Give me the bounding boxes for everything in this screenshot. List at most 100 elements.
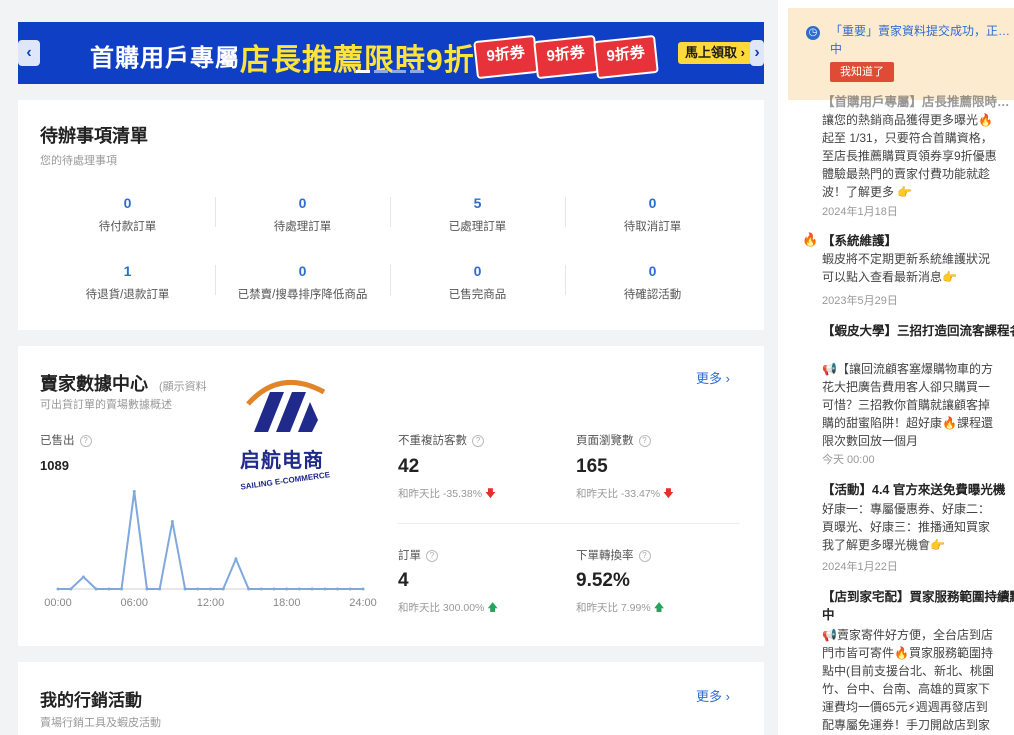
sales-data-point[interactable] — [81, 575, 85, 579]
sales-data-point[interactable] — [107, 587, 111, 591]
datacenter-more-link[interactable]: 更多 › — [696, 368, 730, 387]
metric-label: 訂單? — [398, 547, 438, 563]
metric-compare-text: 和昨天比 -35.38% — [398, 488, 483, 500]
news-title[interactable]: 【首購用戶專屬】店長推薦限時… — [822, 93, 1014, 111]
news-body: 讓您的熱銷商品獲得更多曝光🔥 起至 1/31，只要符合首購資格， 至店長推薦購買… — [822, 113, 997, 199]
news-title[interactable]: 【活動】4.4 官方來送免費曝光機 — [822, 481, 1014, 499]
news-date: 2024年1月18日 — [822, 206, 898, 218]
todo-label: 待退貨/退款訂單 — [85, 289, 170, 301]
marketing-title: 我的行銷活動 — [40, 691, 142, 710]
metric-label-text: 頁面瀏覽數 — [576, 435, 634, 447]
todo-item-to-process[interactable]: 0 待處理訂單 — [215, 195, 390, 234]
sales-data-point[interactable] — [259, 587, 263, 591]
todo-item-return-refund[interactable]: 1 待退貨/退款訂單 — [40, 263, 215, 302]
sales-data-point[interactable] — [285, 587, 289, 591]
banner-next-button[interactable]: › — [750, 40, 764, 66]
sales-data-point[interactable] — [69, 587, 73, 591]
sales-data-point[interactable] — [310, 587, 314, 591]
todo-count: 0 — [473, 263, 482, 279]
sales-data-point[interactable] — [272, 587, 276, 591]
sales-data-point[interactable] — [196, 587, 200, 591]
banner-dot[interactable] — [410, 70, 424, 73]
sales-data-point[interactable] — [170, 520, 174, 523]
news-title[interactable]: 【店到家宅配】買家服務範圍持續點中 — [822, 588, 1014, 624]
promo-banner[interactable]: ‹ 首購用戶專屬 店長推薦限時9折 9折券 9折券 9折券 馬上領取 › › — [18, 22, 764, 84]
todo-item-unpaid[interactable]: 0 待付款訂單 — [40, 195, 215, 234]
banner-title-primary: 首購用戶專屬 — [90, 45, 240, 72]
metric-label-text: 下單轉換率 — [576, 550, 634, 562]
metric-label: 不重複訪客數? — [398, 432, 484, 448]
banner-pagination — [356, 60, 428, 78]
banner-dot[interactable] — [392, 70, 406, 73]
sales-data-point[interactable] — [361, 587, 365, 591]
banner-claim-button[interactable]: 馬上領取 › — [678, 42, 752, 64]
sales-data-point[interactable] — [297, 587, 301, 591]
metric-label-text: 訂單 — [398, 550, 421, 562]
sales-data-point[interactable] — [132, 490, 136, 493]
banner-dot[interactable] — [356, 70, 370, 73]
sales-data-point[interactable] — [336, 587, 340, 591]
sales-data-point[interactable] — [145, 587, 149, 591]
marketing-card: 我的行銷活動 賣場行銷工具及蝦皮活動 更多 › — [18, 662, 764, 735]
arrow-up-icon: 🡅 — [653, 602, 665, 614]
sales-data-point[interactable] — [183, 587, 187, 591]
watermark-logo: 启航电商 SAILING E-COMMERCE — [240, 370, 350, 492]
help-icon[interactable]: ? — [426, 550, 438, 562]
datacenter-card: 賣家數據中心 (顯示資料 可出貨訂單的賣場數據概述 更多 › 已售出? 1089… — [18, 346, 764, 646]
news-date: 2024年1月22日 — [822, 561, 898, 573]
todo-item-cancel[interactable]: 0 待取消訂單 — [565, 195, 740, 234]
todo-item-confirm-campaign[interactable]: 0 待確認活動 — [565, 263, 740, 302]
news-body: 📢賣家寄件好方便，全台店到店 門市皆可寄件🔥買家服務範圍持 點中(目前支援台北、… — [822, 628, 994, 732]
todo-label: 待確認活動 — [623, 289, 682, 301]
news-body: 好康一：專屬優惠券、好康二： 頁曝光、好康三：推播通知買家 我了解更多曝光機會👉 — [822, 502, 991, 552]
help-icon[interactable]: ? — [79, 435, 92, 447]
todo-label: 已處理訂單 — [448, 221, 507, 233]
sales-data-point[interactable] — [209, 587, 212, 591]
todo-label: 已禁賣/搜尋排序降低商品 — [237, 289, 368, 301]
clock-icon: ◷ — [806, 26, 820, 40]
help-icon[interactable]: ? — [638, 550, 651, 562]
sales-data-point[interactable] — [234, 557, 238, 561]
sales-data-point[interactable] — [323, 587, 327, 591]
sales-line-chart: 00:00 06:00 12:00 18:00 24:00 — [44, 490, 377, 606]
metric-compare: 和昨天比 -33.47% 🡇 — [576, 486, 674, 504]
x-tick-label: 12:00 — [197, 597, 225, 606]
news-title[interactable]: 【蝦皮大學】三招打造回流客課程名 — [822, 322, 1014, 358]
todo-item-banned-products[interactable]: 0 已禁賣/搜尋排序降低商品 — [215, 263, 390, 302]
datacenter-title: 賣家數據中心 (顯示資料 — [40, 370, 207, 396]
divider — [398, 523, 740, 524]
help-icon[interactable]: ? — [472, 435, 484, 447]
sales-series-line — [58, 491, 363, 590]
sales-data-point[interactable] — [348, 587, 352, 591]
coupon-badge: 9折券 — [533, 34, 599, 80]
todo-count: 0 — [648, 263, 657, 279]
todo-card: 待辦事項清單 您的待處理事項 0 待付款訂單 0 待處理訂單 5 已處理訂單 0… — [18, 100, 764, 330]
coupon-badge: 9折券 — [593, 34, 659, 80]
news-title[interactable]: 【系統維護】 — [822, 232, 1014, 250]
banner-dot[interactable] — [374, 70, 388, 73]
metric-label: 下單轉換率? — [576, 547, 651, 563]
news-body: 蝦皮將不定期更新系統維護狀況 可以點入查看最新消息👉 — [822, 252, 991, 284]
todo-item-processed[interactable]: 5 已處理訂單 — [390, 195, 565, 234]
sales-data-point[interactable] — [158, 587, 162, 591]
sales-data-point[interactable] — [56, 587, 60, 591]
sailing-logo-icon — [246, 379, 326, 432]
sales-data-point[interactable] — [94, 587, 98, 591]
x-tick-label: 00:00 — [44, 597, 72, 606]
metric-label-text: 不重複訪客數 — [398, 435, 467, 447]
notice-dismiss-button[interactable]: 我知道了 — [830, 62, 894, 82]
marketing-subtitle: 賣場行銷工具及蝦皮活動 — [40, 717, 161, 729]
banner-prev-button[interactable]: ‹ — [18, 40, 40, 66]
todo-count: 0 — [298, 195, 307, 211]
sales-data-point[interactable] — [120, 587, 124, 591]
x-tick-label: 24:00 — [349, 597, 377, 606]
todo-count: 5 — [473, 195, 482, 211]
marketing-more-link[interactable]: 更多 › — [696, 686, 730, 705]
todo-item-sold-out[interactable]: 0 已售完商品 — [390, 263, 565, 302]
metric-value: 165 — [576, 456, 608, 477]
sales-data-point[interactable] — [221, 587, 225, 591]
arrow-up-icon: 🡅 — [487, 602, 499, 614]
help-icon[interactable]: ? — [638, 435, 651, 447]
chart-plot-area: 00:00 06:00 12:00 18:00 24:00 — [44, 490, 377, 606]
sales-data-point[interactable] — [247, 587, 251, 591]
